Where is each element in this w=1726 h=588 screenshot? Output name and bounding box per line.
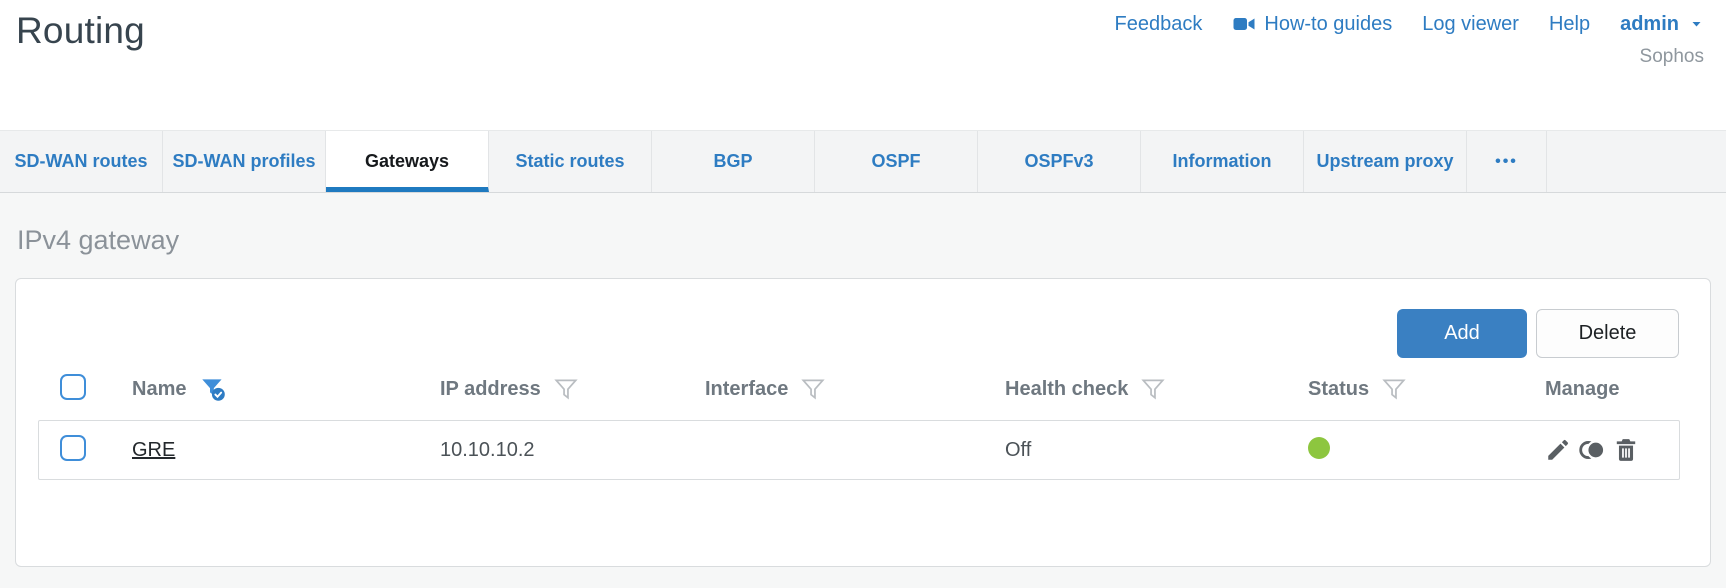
table-row: GRE 10.10.10.2 Off (38, 420, 1680, 480)
feedback-link[interactable]: Feedback (1115, 13, 1203, 36)
filter-icon[interactable] (1140, 376, 1166, 402)
tab-ospf[interactable]: OSPF (815, 131, 978, 192)
tab-static-routes[interactable]: Static routes (489, 131, 652, 192)
tab-gateways[interactable]: Gateways (326, 131, 489, 192)
tab-bgp[interactable]: BGP (652, 131, 815, 192)
column-header-status: Status (1308, 377, 1370, 400)
status-indicator-green (1308, 436, 1330, 459)
column-header-name: Name (132, 377, 187, 400)
log-viewer-link[interactable]: Log viewer (1422, 13, 1519, 36)
row-checkbox[interactable] (60, 434, 86, 461)
user-menu[interactable]: admin (1620, 13, 1704, 36)
tab-upstream-proxy[interactable]: Upstream proxy (1304, 131, 1467, 192)
gateway-ip-address: 10.10.10.2 (440, 438, 535, 461)
howto-guides-link[interactable]: How-to guides (1232, 12, 1392, 36)
tab-sd-wan-routes[interactable]: SD-WAN routes (0, 131, 163, 192)
table-header: Name IP address Interface Health check S… (38, 358, 1680, 420)
tab-more-menu[interactable]: ••• (1467, 131, 1547, 192)
brand-label: Sophos (1639, 46, 1704, 67)
column-header-interface: Interface (705, 377, 789, 400)
manage-cell (1545, 437, 1679, 463)
filter-icon[interactable] (1381, 376, 1407, 402)
delete-button[interactable]: Delete (1536, 309, 1679, 358)
select-all-checkbox[interactable] (60, 373, 86, 400)
toolbar: Add Delete (38, 309, 1680, 358)
column-header-manage: Manage (1545, 377, 1620, 400)
tab-bar: SD-WAN routes SD-WAN profiles Gateways S… (0, 130, 1726, 193)
content-area: IPv4 gateway Add Delete Name IP address … (0, 193, 1726, 588)
tab-information[interactable]: Information (1141, 131, 1304, 192)
page-title: Routing (16, 10, 145, 51)
tab-ospfv3[interactable]: OSPFv3 (978, 131, 1141, 192)
ipv4-gateway-panel: Add Delete Name IP address Interface Hea… (15, 278, 1711, 567)
filter-icon[interactable] (553, 376, 579, 402)
add-button[interactable]: Add (1397, 309, 1527, 358)
filter-active-icon[interactable] (198, 374, 228, 404)
section-title: IPv4 gateway (17, 225, 180, 255)
tab-sd-wan-profiles[interactable]: SD-WAN profiles (163, 131, 326, 192)
delete-trash-icon[interactable] (1613, 437, 1639, 463)
gateway-health-check: Off (1005, 438, 1032, 461)
clone-icon[interactable] (1578, 437, 1606, 463)
filter-icon[interactable] (800, 376, 826, 402)
howto-guides-label: How-to guides (1264, 12, 1393, 35)
top-header: Routing Feedback How-to guides Log viewe… (0, 0, 1726, 130)
user-name: admin (1620, 12, 1679, 35)
column-header-health-check: Health check (1005, 377, 1129, 400)
column-header-ip-address: IP address (440, 377, 541, 400)
edit-pencil-icon[interactable] (1545, 437, 1571, 463)
help-link[interactable]: Help (1549, 13, 1590, 36)
gateway-name-link[interactable]: GRE (132, 439, 440, 462)
header-links: Feedback How-to guides Log viewer Help a… (1115, 12, 1704, 36)
video-camera-icon (1232, 12, 1256, 36)
chevron-down-icon (1689, 18, 1704, 30)
